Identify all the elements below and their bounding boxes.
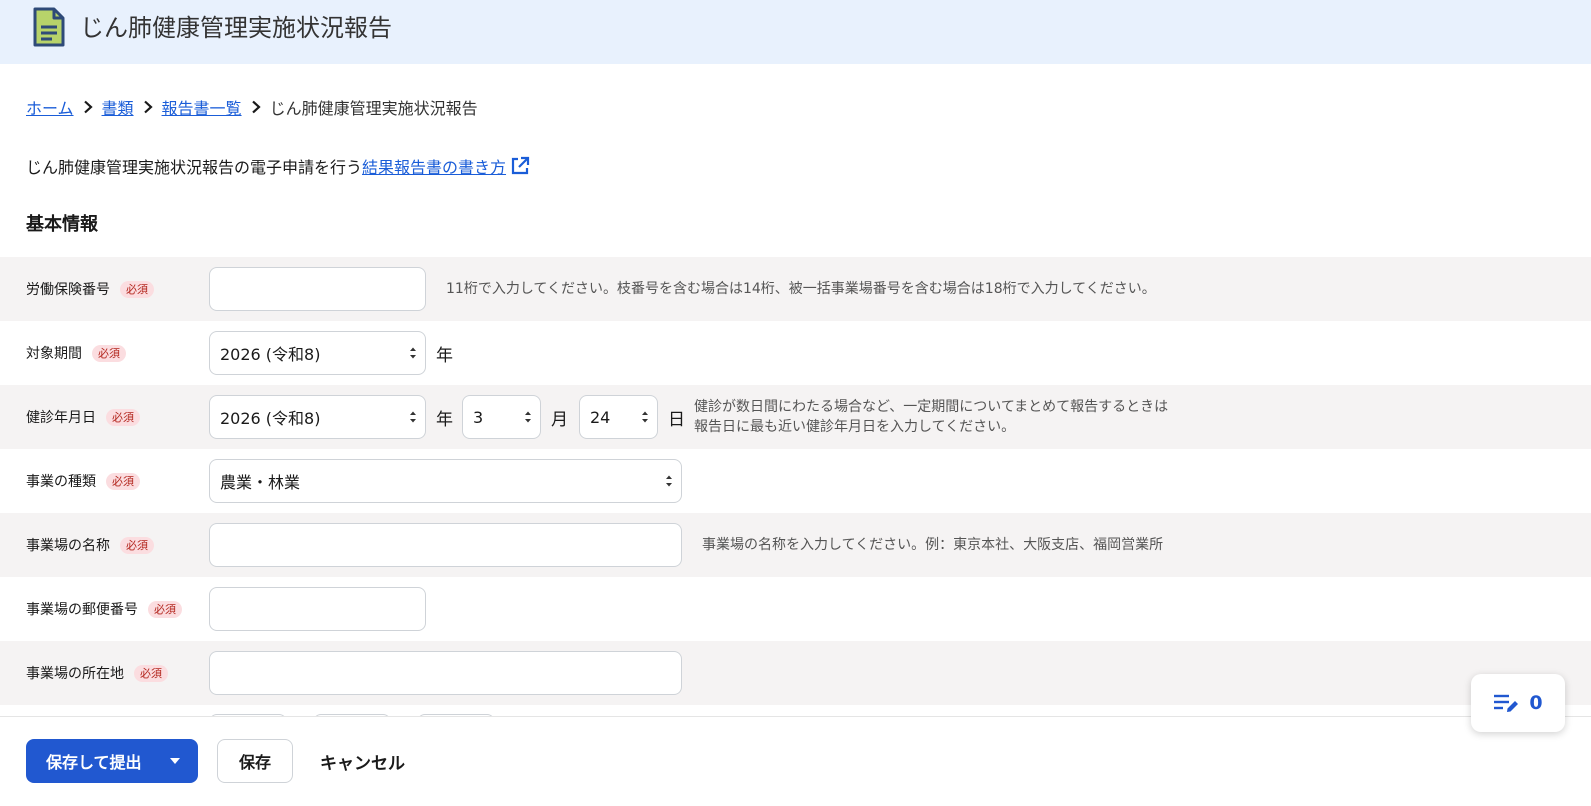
exam-month-unit: 月 [551, 409, 568, 430]
select-arrows-icon [642, 411, 648, 423]
target-period-label: 対象期間 [26, 346, 82, 362]
business-type-value: 農業・林業 [220, 473, 301, 492]
row-exam-date: 健診年月日 必須 2026 (令和8) 年 3 月 24 日 健診が数日間にわた… [0, 385, 1591, 449]
labor-insurance-number-input[interactable] [209, 267, 426, 311]
field-label: 事業の種類 必須 [26, 449, 140, 513]
exam-year-unit: 年 [436, 409, 453, 430]
page-description: じん肺健康管理実施状況報告の電子申請を行う 結果報告書の書き方 [26, 154, 531, 178]
hint-text: 11桁で入力してください。枝番号を含む場合は14桁、被一括事業場番号を含む場合は… [446, 281, 1156, 297]
workplace-name-input[interactable] [209, 523, 682, 567]
row-target-period: 対象期間 必須 2026 (令和8) 年 [0, 321, 1591, 385]
required-badge: 必須 [134, 664, 168, 682]
business-type-select[interactable]: 農業・林業 [209, 459, 682, 503]
select-arrows-icon [666, 475, 672, 487]
field-label: 事業場の郵便番号 必須 [26, 577, 182, 641]
select-arrows-icon [410, 411, 416, 423]
target-period-year-select[interactable]: 2026 (令和8) [209, 331, 426, 375]
exam-date-label: 健診年月日 [26, 410, 96, 426]
workplace-postal-code-label: 事業場の郵便番号 [26, 602, 138, 618]
field-label: 労働保険番号 必須 [26, 257, 154, 321]
field-label: 健診年月日 必須 [26, 385, 140, 449]
target-period-year-unit: 年 [436, 345, 453, 366]
hint-text: 事業場の名称を入力してください。例：東京本社、大阪支店、福岡営業所 [702, 537, 1164, 553]
document-icon [33, 7, 65, 47]
exam-year-value: 2026 (令和8) [220, 409, 321, 428]
breadcrumb-home-link[interactable]: ホーム [26, 95, 74, 119]
breadcrumb-report-list-link[interactable]: 報告書一覧 [162, 95, 242, 119]
labor-insurance-number-label: 労働保険番号 [26, 282, 110, 298]
workplace-address-label: 事業場の所在地 [26, 666, 124, 682]
row-business-type: 事業の種類 必須 農業・林業 [0, 449, 1591, 513]
save-button[interactable]: 保存 [217, 739, 293, 783]
field-label: 対象期間 必須 [26, 321, 126, 385]
required-badge: 必須 [106, 472, 140, 490]
exam-date-hint: 健診が数日間にわたる場合など、一定期間についてまとめて報告するときは 報告日に最… [694, 385, 1168, 449]
exam-day-value: 24 [590, 407, 611, 427]
row-labor-insurance-number: 労働保険番号 必須 11桁で入力してください。枝番号を含む場合は14桁、被一括事… [0, 257, 1591, 321]
chevron-right-icon [134, 100, 162, 114]
required-badge: 必須 [120, 280, 154, 298]
field-label: 事業場の所在地 必須 [26, 641, 168, 705]
save-and-submit-button[interactable]: 保存して提出 [26, 739, 198, 783]
breadcrumb-documents-link[interactable]: 書類 [102, 95, 134, 119]
breadcrumb-current: じん肺健康管理実施状況報告 [269, 99, 478, 118]
field-label: 事業場の名称 必須 [26, 513, 154, 577]
save-and-submit-label: 保存して提出 [46, 755, 142, 772]
workplace-name-hint: 事業場の名称を入力してください。例：東京本社、大阪支店、福岡営業所 [702, 513, 1163, 577]
app-header: じん肺健康管理実施状況報告 [0, 0, 1591, 64]
row-workplace-address: 事業場の所在地 必須 [0, 641, 1591, 705]
required-badge: 必須 [106, 408, 140, 426]
guide-link[interactable]: 結果報告書の書き方 [362, 154, 506, 178]
row-workplace-name: 事業場の名称 必須 事業場の名称を入力してください。例：東京本社、大阪支店、福岡… [0, 513, 1591, 577]
caret-down-icon [170, 758, 180, 764]
required-badge: 必須 [92, 344, 126, 362]
edit-count: 0 [1529, 692, 1543, 714]
breadcrumb: ホーム 書類 報告書一覧 じん肺健康管理実施状況報告 [26, 95, 478, 119]
required-badge: 必須 [148, 600, 182, 618]
workplace-name-label: 事業場の名称 [26, 538, 110, 554]
section-title-basic-info: 基本情報 [26, 214, 98, 235]
exam-month-select[interactable]: 3 [462, 395, 541, 439]
exam-month-value: 3 [473, 407, 484, 427]
floating-edit-counter[interactable]: 0 [1471, 674, 1565, 732]
edit-list-icon [1494, 694, 1519, 712]
select-arrows-icon [410, 347, 416, 359]
select-arrows-icon [525, 411, 531, 423]
target-period-year-value: 2026 (令和8) [220, 345, 321, 364]
workplace-address-input[interactable] [209, 651, 682, 695]
chevron-right-icon [242, 100, 270, 114]
exam-day-select[interactable]: 24 [579, 395, 658, 439]
workplace-postal-code-input[interactable] [209, 587, 426, 631]
exam-day-unit: 日 [668, 409, 685, 430]
labor-insurance-number-hint: 11桁で入力してください。枝番号を含む場合は14桁、被一括事業場番号を含む場合は… [446, 257, 1156, 321]
description-text: じん肺健康管理実施状況報告の電子申請を行う [26, 158, 363, 177]
external-link-icon[interactable] [509, 155, 531, 177]
hint-text: 健診が数日間にわたる場合など、一定期間についてまとめて報告するときは [694, 399, 1169, 415]
cancel-button[interactable]: キャンセル [320, 739, 405, 783]
footer-action-bar: 保存して提出 保存 キャンセル [0, 716, 1591, 806]
exam-year-select[interactable]: 2026 (令和8) [209, 395, 426, 439]
form-rows: 労働保険番号 必須 11桁で入力してください。枝番号を含む場合は14桁、被一括事… [0, 257, 1591, 705]
hint-text: 報告日に最も近い健診年月日を入力してください。 [694, 419, 1016, 435]
chevron-right-icon [74, 100, 102, 114]
page-title: じん肺健康管理実施状況報告 [80, 13, 392, 42]
business-type-label: 事業の種類 [26, 474, 96, 490]
required-badge: 必須 [120, 536, 154, 554]
row-workplace-postal-code: 事業場の郵便番号 必須 [0, 577, 1591, 641]
page: じん肺健康管理実施状況報告 ホーム 書類 報告書一覧 じん肺健康管理実施状況報告… [0, 0, 1591, 806]
